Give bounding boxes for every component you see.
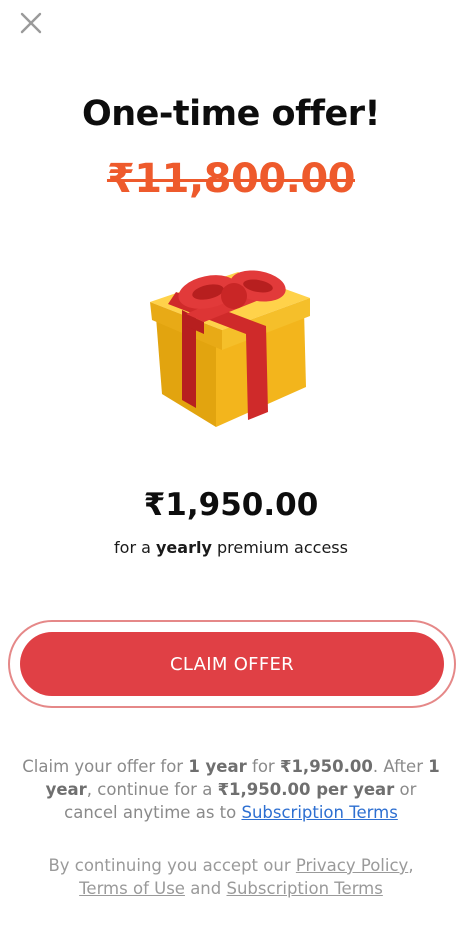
terms-text-part: , continue for a [86, 780, 218, 799]
subtitle-suffix: premium access [211, 538, 348, 557]
legal-subscription-terms-link[interactable]: Subscription Terms [227, 879, 383, 898]
offer-terms-text: Claim your offer for 1 year for ₹1,950.0… [18, 755, 444, 824]
old-price-container: ₹11,800.00 [0, 156, 462, 202]
terms-text-part: for [246, 757, 280, 776]
privacy-policy-link[interactable]: Privacy Policy [296, 856, 408, 875]
gift-box-icon [150, 270, 310, 427]
close-button[interactable] [18, 10, 44, 36]
subscription-terms-link[interactable]: Subscription Terms [241, 803, 397, 822]
old-price: ₹11,800.00 [106, 156, 356, 202]
claim-offer-button[interactable]: CLAIM OFFER [20, 632, 444, 696]
terms-text-part: . After [372, 757, 429, 776]
terms-bold-renewal: ₹1,950.00 per year [217, 780, 395, 799]
subtitle-highlight: yearly [156, 538, 212, 557]
legal-text-part: , [408, 856, 414, 875]
legal-text-part: By continuing you accept our [48, 856, 296, 875]
offer-title: One-time offer! [81, 94, 381, 134]
offer-price: ₹1,950.00 [143, 487, 319, 523]
terms-bold-price: ₹1,950.00 [279, 757, 373, 776]
terms-text-part: Claim your offer for [22, 757, 189, 776]
legal-text-part: and [184, 879, 227, 898]
subtitle-prefix: for a [114, 538, 156, 557]
offer-subtitle: for a yearly premium access [0, 538, 462, 557]
terms-of-use-link[interactable]: Terms of Use [79, 879, 185, 898]
legal-text: By continuing you accept our Privacy Pol… [18, 854, 444, 900]
close-icon [20, 12, 42, 34]
terms-bold-duration: 1 year [188, 757, 247, 776]
